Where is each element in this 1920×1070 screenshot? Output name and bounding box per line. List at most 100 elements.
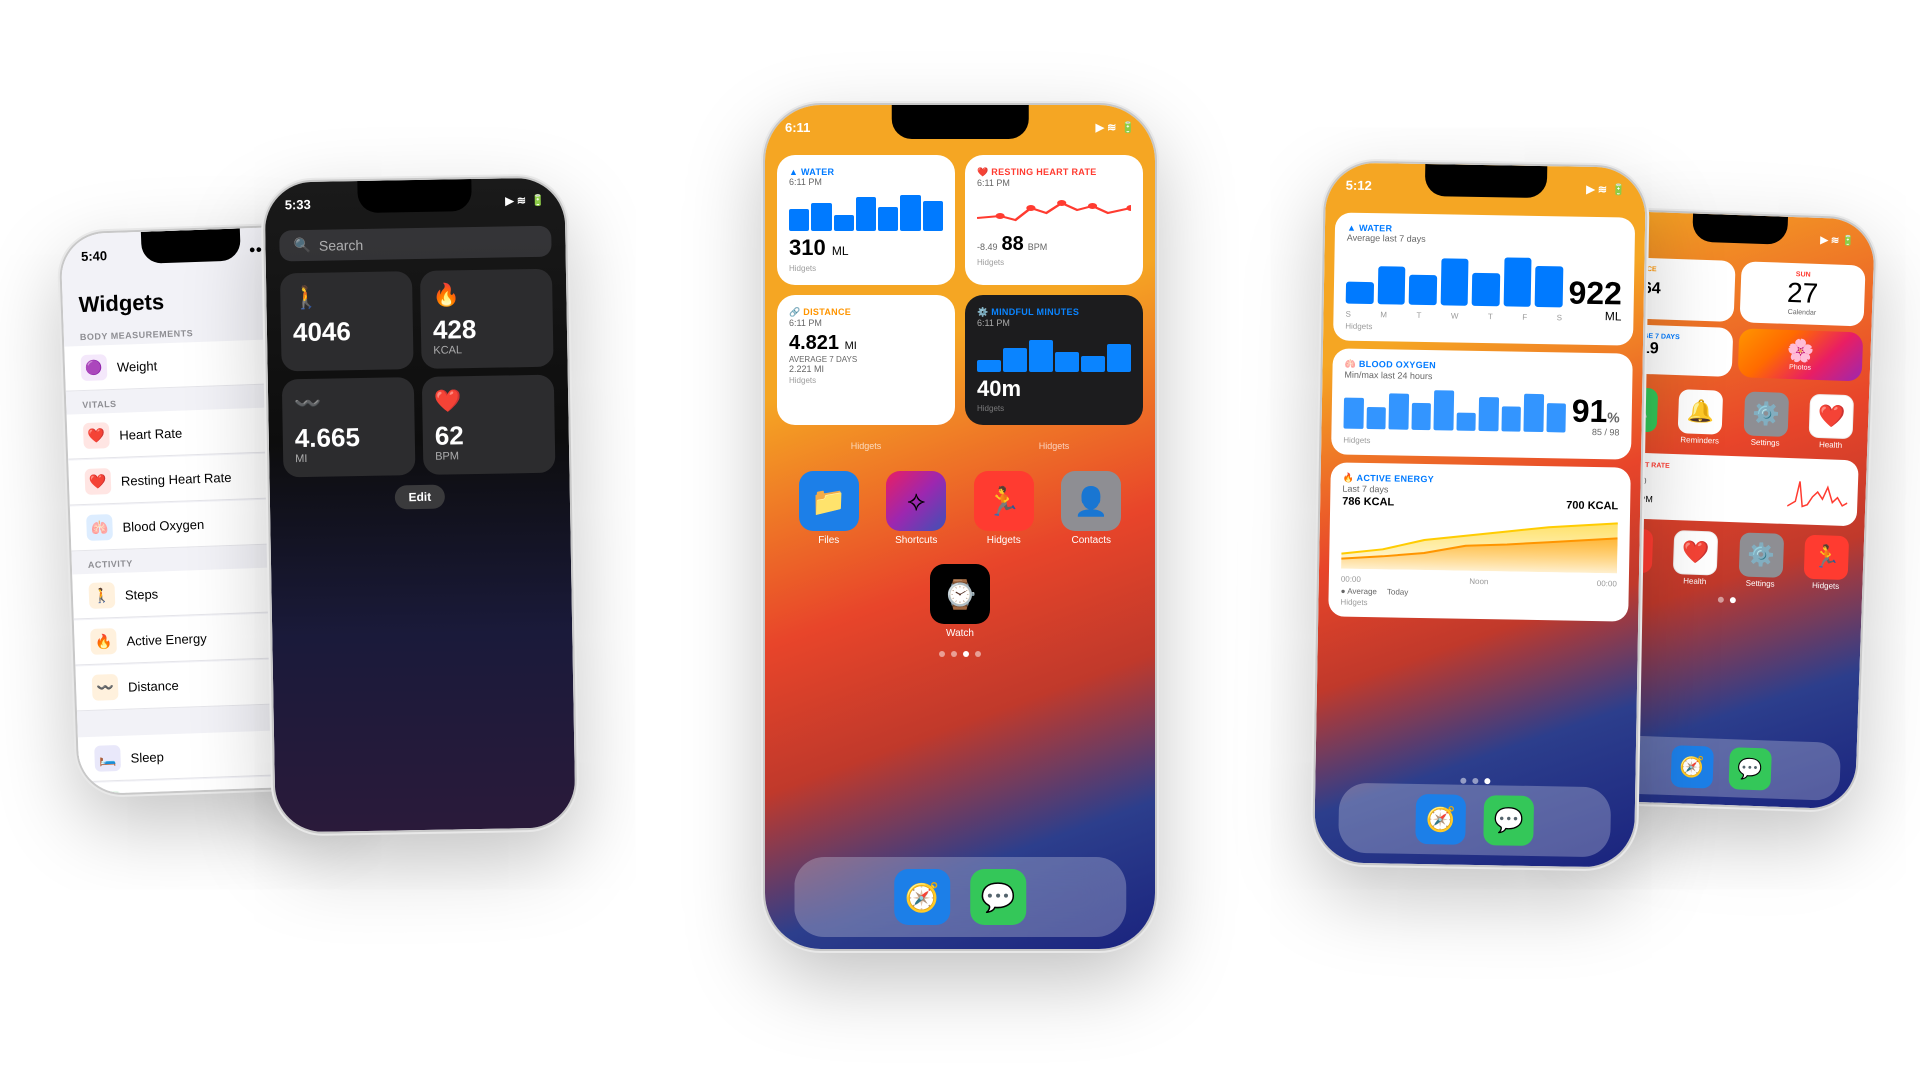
dot-4 [975, 651, 981, 657]
p5-hr-card: ❤️ HEART RATE 1:06 PM 43 / 120 78BPM [1603, 451, 1859, 526]
mindful-label: ⚙️ MINDFUL MINUTES [977, 307, 1131, 318]
steps-label: Steps [125, 586, 159, 602]
p5-reminders-icon: 🔔 [1678, 389, 1724, 435]
mbar-4 [1055, 352, 1079, 372]
mbar-1 [977, 360, 1001, 372]
p5-messages-icon[interactable]: 💬 [1728, 747, 1771, 790]
steps-icon: 🚶 [88, 582, 115, 609]
shortcuts-icon: ⟡ [886, 471, 946, 531]
heart-rate-icon: ❤️ [83, 422, 110, 449]
p5-settings2-wrap[interactable]: ⚙️ Settings [1731, 532, 1790, 589]
contacts-label: Contacts [1072, 535, 1111, 546]
phone-2-screen: 5:33 ▶ ≋ 🔋 🔍 Search 🚶 4046 🔥 428 KCAL [264, 177, 575, 832]
phone-2: 5:33 ▶ ≋ 🔋 🔍 Search 🚶 4046 🔥 428 KCAL [264, 177, 575, 832]
distance-value: 4.821 MI [789, 332, 943, 355]
p4-energy-card: 🔥 ACTIVE ENERGY Last 7 days 786 KCAL 700… [1328, 462, 1631, 621]
search-bar[interactable]: 🔍 Search [279, 226, 551, 262]
bob-4 [1411, 403, 1431, 430]
watch-app[interactable]: ⌚ Watch [930, 564, 990, 639]
mindful-icon: 🧘 [96, 791, 123, 794]
mbar-2 [1003, 348, 1027, 372]
distance-avg-value: 2.221 MI [789, 364, 943, 374]
blood-oxygen-icon: 🫁 [86, 514, 113, 541]
p4-water-value-wrap: 922 ML [1568, 277, 1622, 324]
p4-energy-v2: 700 KCAL [1566, 500, 1618, 513]
p5-settings-label: Settings [1751, 437, 1780, 447]
p5-hidgets-wrap[interactable]: 🏃 Hidgets [1797, 534, 1856, 591]
watch-row: ⌚ Watch [765, 564, 1155, 639]
p5-dot-1 [1718, 596, 1724, 602]
p4-messages-icon[interactable]: 💬 [1483, 795, 1534, 846]
distance-icon: 〰️ [92, 674, 119, 701]
p4-energy-values: 786 KCAL 700 KCAL [1342, 496, 1618, 513]
p5-health-wrap[interactable]: ❤️ Health [1802, 393, 1861, 450]
weight-label: Weight [117, 358, 158, 374]
calories-card-icon: 🔥 [432, 281, 540, 309]
phone-2-time: 5:33 [285, 196, 311, 211]
p5-settings-wrap[interactable]: ⚙️ Settings [1736, 391, 1795, 448]
distance-avg-label: AVERAGE 7 DAYS [789, 355, 943, 364]
bob-3 [1388, 393, 1408, 429]
p4-water-source: Hidgets [1345, 322, 1621, 336]
p5-health2-wrap[interactable]: ❤️ Health [1666, 530, 1725, 587]
distance-unit: MI [295, 451, 403, 465]
watch-label: Watch [946, 628, 974, 639]
phone-4-page-dots [1460, 778, 1490, 785]
phone-4-screen: 5:12 ▶ ≋ 🔋 ▲ WATER Average last 7 days [1314, 162, 1646, 867]
weight-icon: 🟣 [81, 354, 108, 381]
dot-1 [939, 651, 945, 657]
phone-3-status-icons: ▶ ≋ 🔋 [1096, 121, 1135, 134]
water-source: Hidgets [789, 264, 943, 273]
water-bars [789, 191, 943, 231]
safari-dock-icon[interactable]: 🧭 [894, 869, 950, 925]
phone-5-notch [1692, 214, 1787, 245]
lb-s [1346, 282, 1374, 304]
phone-3-notch [892, 105, 1029, 139]
phone-1-notch [141, 228, 241, 263]
p4-energy-v1: 786 KCAL [1342, 496, 1394, 509]
p4-boxy-row: 91% 85 / 98 [1343, 380, 1620, 438]
p5-dot-2 [1730, 597, 1736, 603]
p5-photos-card: 🌸 Photos [1738, 328, 1864, 381]
active-energy-icon: 🔥 [90, 628, 117, 655]
p4-boxy-value-wrap: 91% 85 / 98 [1571, 395, 1620, 438]
rhr-time: 6:11 PM [977, 178, 1131, 188]
mbar-3 [1029, 340, 1053, 372]
p4-water-value: 922 [1568, 277, 1622, 310]
p5-settings2-icon: ⚙️ [1738, 532, 1784, 578]
p4-dot-2 [1472, 778, 1478, 784]
lb-sa [1535, 266, 1563, 308]
calories-unit: KCAL [433, 343, 541, 357]
lb-f [1503, 257, 1531, 307]
phone-4-dock: 🧭 💬 [1338, 783, 1611, 858]
steps-card-icon: 🚶 [292, 283, 400, 311]
mindful-widget: ⚙️ MINDFUL MINUTES 6:11 PM 40m Hidgets [965, 295, 1143, 425]
edit-button[interactable]: Edit [394, 485, 445, 510]
messages-dock-icon[interactable]: 💬 [970, 869, 1026, 925]
contacts-app[interactable]: 👤 Contacts [1061, 471, 1121, 546]
mindful-value: 40m [977, 376, 1131, 402]
p5-reminders-wrap[interactable]: 🔔 Reminders [1671, 389, 1730, 446]
bob-9 [1523, 394, 1543, 433]
resting-hr-label: Resting Heart Rate [121, 469, 232, 488]
watch-icon: ⌚ [930, 564, 990, 624]
phone-4: 5:12 ▶ ≋ 🔋 ▲ WATER Average last 7 days [1314, 162, 1646, 867]
distance-card: 〰️ 4.665 MI [282, 377, 416, 477]
p5-health2-icon: ❤️ [1673, 530, 1719, 576]
bob-5 [1433, 390, 1453, 431]
calories-value: 428 [433, 315, 541, 343]
hidgets-app[interactable]: 🏃 Hidgets [974, 471, 1034, 546]
p5-safari-icon[interactable]: 🧭 [1670, 745, 1713, 788]
bob-10 [1546, 403, 1566, 433]
rhr-source: Hidgets [977, 258, 1131, 267]
p4-safari-icon[interactable]: 🧭 [1415, 794, 1466, 845]
health-widgets-area: ▲ WATER Average last 7 days [1318, 162, 1646, 632]
hidgets-icon: 🏃 [974, 471, 1034, 531]
bar-4 [856, 197, 876, 231]
shortcuts-app[interactable]: ⟡ Shortcuts [886, 471, 946, 546]
p5-hr-chart [1787, 466, 1849, 518]
bar-1 [789, 209, 809, 231]
distance-label: Distance [128, 677, 179, 694]
files-app[interactable]: 📁 Files [799, 471, 859, 546]
p5-settings-icon: ⚙️ [1743, 391, 1789, 437]
